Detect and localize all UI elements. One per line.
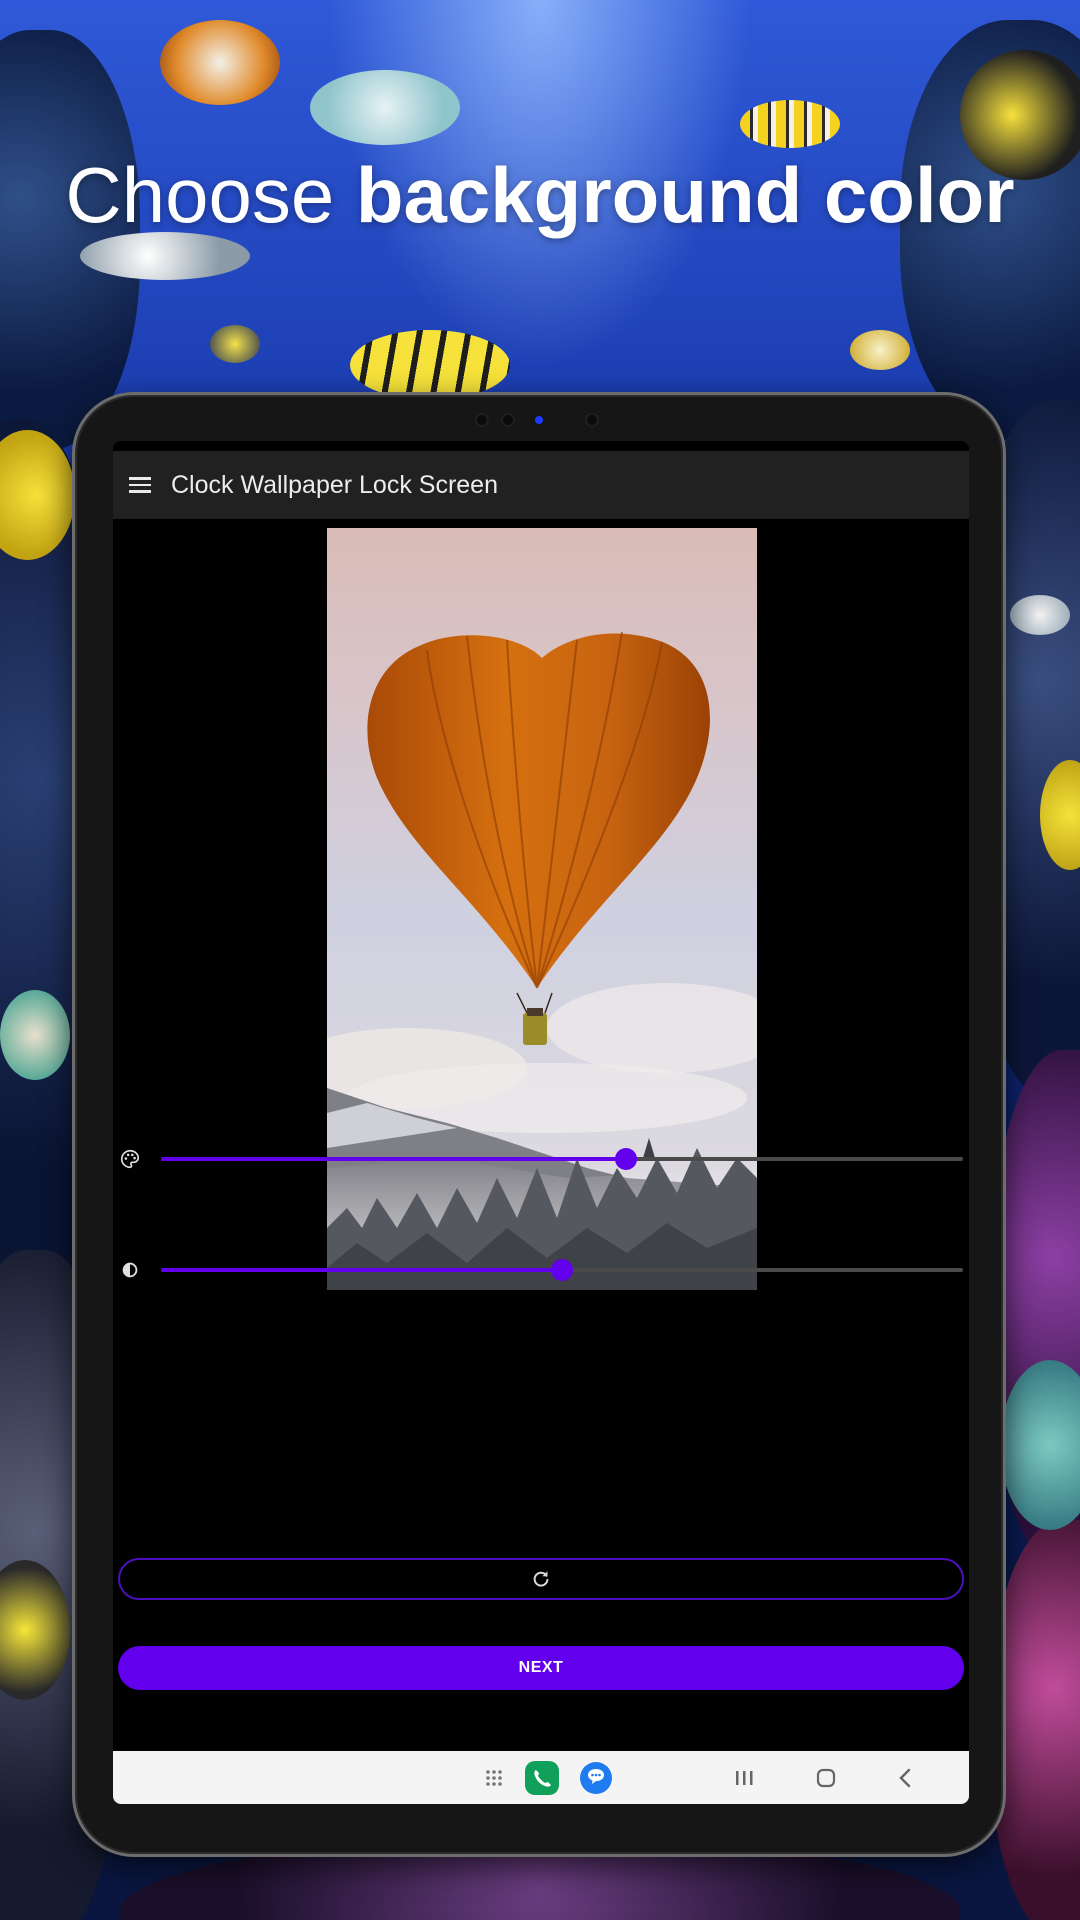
contrast-icon — [122, 1262, 138, 1278]
brightness-slider-thumb[interactable] — [551, 1259, 573, 1281]
back-icon[interactable] — [889, 1761, 923, 1795]
refresh-icon — [533, 1571, 549, 1587]
color-slider-track[interactable] — [161, 1148, 963, 1170]
color-slider[interactable] — [113, 1138, 969, 1178]
recents-icon[interactable] — [727, 1761, 761, 1795]
home-icon[interactable] — [809, 1761, 843, 1795]
brightness-slider[interactable] — [113, 1249, 969, 1289]
color-slider-fill — [161, 1157, 627, 1161]
camera-dot — [585, 413, 599, 427]
color-slider-thumb[interactable] — [615, 1148, 638, 1170]
brightness-slider-fill — [161, 1268, 562, 1272]
next-button[interactable]: NEXT — [118, 1646, 964, 1690]
messages-app-icon[interactable] — [579, 1761, 613, 1795]
phone-app-icon[interactable] — [525, 1761, 559, 1795]
app-bar: Clock Wallpaper Lock Screen — [113, 451, 969, 519]
reset-button[interactable] — [118, 1558, 964, 1600]
camera-indicator — [535, 416, 543, 424]
camera-dot — [475, 413, 489, 427]
system-navigation-bar — [113, 1751, 969, 1804]
tablet-frame: Clock Wallpaper Lock Screen NEXT — [72, 392, 1006, 1857]
apps-grid-icon[interactable] — [477, 1761, 511, 1795]
device-screen: Clock Wallpaper Lock Screen NEXT — [113, 441, 969, 1804]
headline: Choose background color — [0, 150, 1080, 240]
camera-dot — [501, 413, 515, 427]
menu-icon[interactable] — [129, 477, 151, 493]
headline-light-text: Choose — [65, 151, 335, 239]
palette-icon — [121, 1149, 140, 1169]
headline-bold-text: background color — [355, 151, 1015, 239]
brightness-slider-track[interactable] — [161, 1259, 963, 1281]
app-title: Clock Wallpaper Lock Screen — [171, 470, 498, 499]
